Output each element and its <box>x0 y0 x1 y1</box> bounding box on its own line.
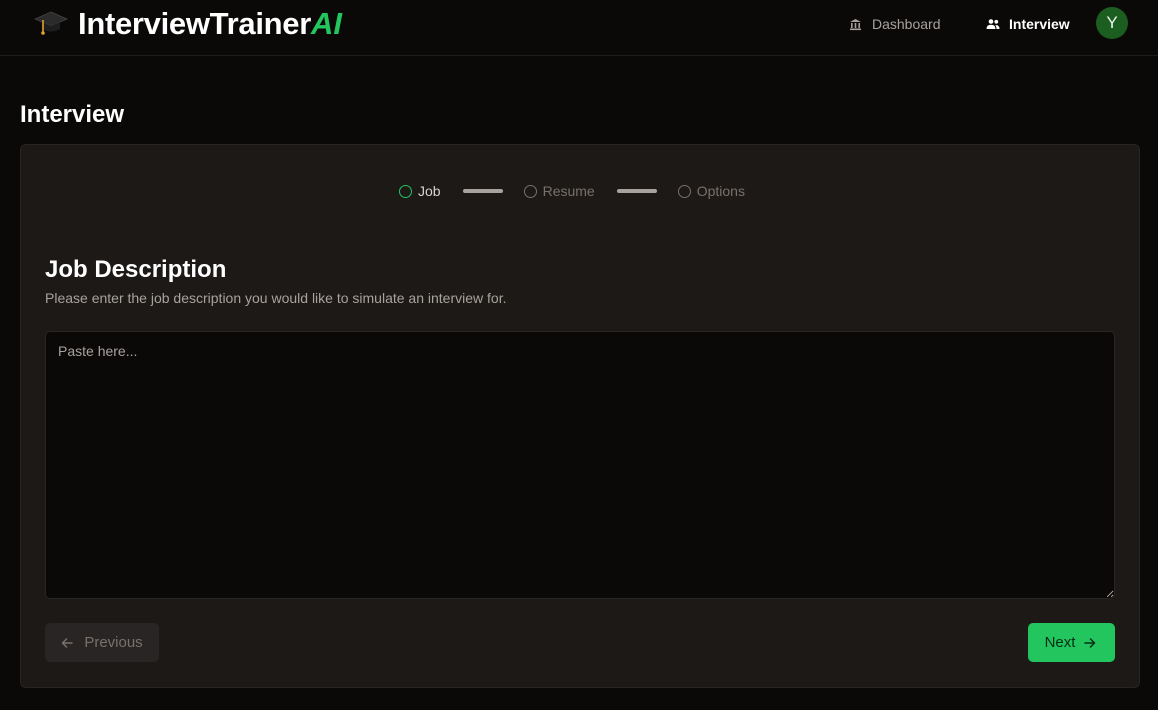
arrow-right-icon <box>1084 636 1098 650</box>
step-options[interactable]: Options <box>677 183 745 199</box>
nav-interview-label: Interview <box>1009 16 1070 32</box>
section-title: Job Description <box>45 256 227 283</box>
step-connector <box>462 189 503 193</box>
user-avatar[interactable]: Y <box>1096 7 1128 39</box>
page-title: Interview <box>20 101 125 128</box>
nav-dashboard[interactable]: Dashboard <box>849 0 941 48</box>
stepper: Job Resume Options <box>399 181 745 201</box>
arrow-left-icon <box>61 636 75 650</box>
step-connector <box>616 189 657 193</box>
step-label: Resume <box>542 183 595 199</box>
app-name: InterviewTrainer <box>78 6 311 41</box>
step-job[interactable]: Job <box>399 183 441 199</box>
top-nav-bar: InterviewTrainer AI Dashboard Interview Y <box>0 0 1158 56</box>
app-name-accent: AI <box>310 6 342 41</box>
bank-icon <box>849 17 863 31</box>
next-button-label: Next <box>1044 634 1076 651</box>
step-label: Job <box>418 183 441 199</box>
step-resume[interactable]: Resume <box>523 183 595 199</box>
app-logo[interactable]: InterviewTrainer AI <box>34 4 342 44</box>
previous-button-label: Previous <box>84 634 143 651</box>
nav-interview[interactable]: Interview <box>986 0 1070 48</box>
step-circle-icon <box>677 184 691 198</box>
graduation-cap-icon <box>34 8 68 40</box>
step-label: Options <box>696 183 745 199</box>
previous-button[interactable]: Previous <box>45 623 159 662</box>
people-icon <box>986 17 1000 31</box>
section-description: Please enter the job description you wou… <box>45 290 507 306</box>
step-circle-icon <box>523 184 537 198</box>
nav-dashboard-label: Dashboard <box>872 16 941 32</box>
step-circle-icon <box>399 184 412 198</box>
interview-setup-card: Job Resume Options Job Description Pleas… <box>20 144 1140 688</box>
next-button[interactable]: Next <box>1028 623 1115 662</box>
job-description-input[interactable] <box>45 331 1115 599</box>
